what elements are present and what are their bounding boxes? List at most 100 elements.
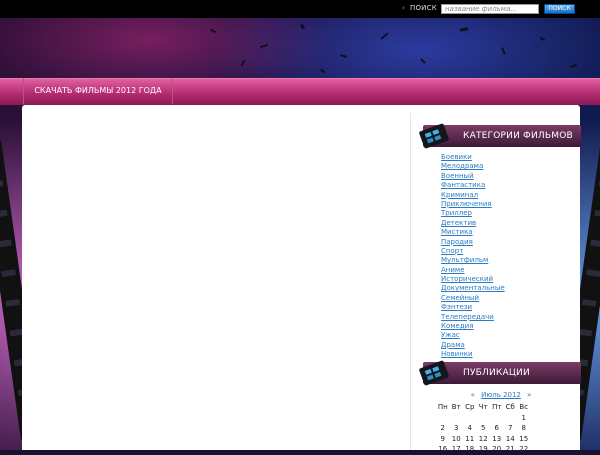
category-link[interactable]: Комедия xyxy=(441,322,473,330)
category-item: Военный xyxy=(441,172,505,181)
calendar-week-row: 16 17 18 19 20 21 22 xyxy=(436,444,531,455)
publications-header: ПУБЛИКАЦИИ xyxy=(419,360,581,386)
category-link[interactable]: Мультфильм xyxy=(441,256,488,264)
category-item: Телепередачи xyxy=(441,313,505,322)
category-item: Пародия xyxy=(441,238,505,247)
category-link[interactable]: Пародия xyxy=(441,238,473,246)
calendar-next-link[interactable]: » xyxy=(527,391,531,399)
film-reel-icon xyxy=(419,360,449,386)
weekday-label: Сб xyxy=(505,403,515,412)
weekday-label: Чт xyxy=(478,403,488,412)
category-link[interactable]: Фантастика xyxy=(441,181,485,189)
calendar-weekday-row: Пн Вт Ср Чт Пт Сб Вс xyxy=(436,402,531,413)
category-link[interactable]: Исторический xyxy=(441,275,493,283)
category-item: Криминал xyxy=(441,191,505,200)
calendar-day: 20 xyxy=(492,445,502,454)
category-item: Ужас xyxy=(441,331,505,340)
calendar-day: 21 xyxy=(505,445,515,454)
weekday-label: Вт xyxy=(451,403,461,412)
calendar-day: 11 xyxy=(465,434,475,443)
calendar-week-row: 2 3 4 5 6 7 8 xyxy=(436,423,531,434)
calendar-day: 19 xyxy=(478,445,488,454)
category-item: Спорт xyxy=(441,247,505,256)
film-reel-icon xyxy=(419,123,449,149)
category-item: Аниме xyxy=(441,266,505,275)
category-item: Триллер xyxy=(441,209,505,218)
publications-title: ПУБЛИКАЦИИ xyxy=(463,368,530,378)
category-item: Драма xyxy=(441,341,505,350)
sidebar: КАТЕГОРИИ ФИЛЬМОВ Боевики Мелодрама Воен… xyxy=(416,105,581,453)
calendar-grid: Пн Вт Ср Чт Пт Сб Вс 1 2 3 4 5 6 7 8 9 1… xyxy=(436,402,531,455)
category-item: Мелодрама xyxy=(441,162,505,171)
search-input[interactable] xyxy=(441,4,539,14)
calendar-day: 4 xyxy=(467,424,472,433)
calendar-day: 8 xyxy=(521,424,526,433)
calendar-day: 3 xyxy=(454,424,459,433)
category-link[interactable]: Фэнтези xyxy=(441,303,472,311)
weekday-label: Вс xyxy=(519,403,529,412)
category-link[interactable]: Ужас xyxy=(441,331,460,339)
calendar-day xyxy=(490,413,504,424)
category-link[interactable]: Семейный xyxy=(441,294,479,302)
calendar-day: 12 xyxy=(478,434,488,443)
category-item: Исторический xyxy=(441,275,505,284)
category-link[interactable]: Документальные xyxy=(441,284,505,292)
calendar-prev-link[interactable]: « xyxy=(471,391,475,399)
calendar-day: 1 xyxy=(521,413,526,422)
category-link[interactable]: Детектив xyxy=(441,219,476,227)
category-item: Мультфильм xyxy=(441,256,505,265)
arrow-right-icon: › xyxy=(402,4,405,12)
category-list: Боевики Мелодрама Военный Фантастика Кри… xyxy=(441,153,505,360)
category-link[interactable]: Мелодрама xyxy=(441,162,483,170)
category-item: Мистика xyxy=(441,228,505,237)
weekday-label: Пн xyxy=(437,403,448,412)
main-content xyxy=(22,113,410,450)
calendar-day: 22 xyxy=(519,445,529,454)
categories-title: КАТЕГОРИИ ФИЛЬМОВ xyxy=(463,131,573,141)
category-link[interactable]: Криминал xyxy=(441,191,478,199)
category-item: Детектив xyxy=(441,219,505,228)
category-item: Документальные xyxy=(441,284,505,293)
calendar-day: 17 xyxy=(451,445,461,454)
calendar-day: 10 xyxy=(451,434,461,443)
calendar-week-row: 1 xyxy=(436,413,531,424)
calendar-day: 2 xyxy=(440,424,445,433)
calendar-day: 7 xyxy=(508,424,513,433)
category-item: Семейный xyxy=(441,294,505,303)
column-divider xyxy=(410,113,411,450)
category-item: Комедия xyxy=(441,322,505,331)
category-link[interactable]: Аниме xyxy=(441,266,465,274)
category-link[interactable]: Новинки xyxy=(441,350,473,358)
category-link[interactable]: Приключения xyxy=(441,200,492,208)
calendar-day: 9 xyxy=(440,434,445,443)
calendar-month-link[interactable]: Июль 2012 xyxy=(481,391,521,399)
calendar-day xyxy=(477,413,491,424)
weekday-label: Ср xyxy=(465,403,475,412)
category-item: Фантастика xyxy=(441,181,505,190)
calendar-day: 16 xyxy=(438,445,448,454)
calendar-day xyxy=(436,413,450,424)
calendar-nav: « Июль 2012 » xyxy=(436,390,566,400)
search-button[interactable]: ПОИСК xyxy=(544,4,575,14)
calendar-week-row: 9 10 11 12 13 14 15 xyxy=(436,434,531,445)
category-link[interactable]: Боевики xyxy=(441,153,472,161)
categories-header: КАТЕГОРИИ ФИЛЬМОВ xyxy=(419,123,581,149)
weekday-label: Пт xyxy=(492,403,502,412)
category-link[interactable]: Спорт xyxy=(441,247,463,255)
calendar-day: 15 xyxy=(519,434,529,443)
calendar-day: 14 xyxy=(505,434,515,443)
category-link[interactable]: Драма xyxy=(441,341,465,349)
calendar-day: 6 xyxy=(494,424,499,433)
category-item: Боевики xyxy=(441,153,505,162)
category-link[interactable]: Военный xyxy=(441,172,474,180)
calendar-day: 18 xyxy=(465,445,475,454)
content-container: КАТЕГОРИИ ФИЛЬМОВ Боевики Мелодрама Воен… xyxy=(22,105,581,453)
nav-item-download-2012[interactable]: СКАЧАТЬ ФИЛЬМЫ 2012 ГОДА xyxy=(23,78,173,104)
category-link[interactable]: Триллер xyxy=(441,209,472,217)
calendar-day: 13 xyxy=(492,434,502,443)
category-link[interactable]: Телепередачи xyxy=(441,313,494,321)
calendar-day xyxy=(463,413,477,424)
category-link[interactable]: Мистика xyxy=(441,228,473,236)
category-item: Приключения xyxy=(441,200,505,209)
calendar-day xyxy=(450,413,464,424)
